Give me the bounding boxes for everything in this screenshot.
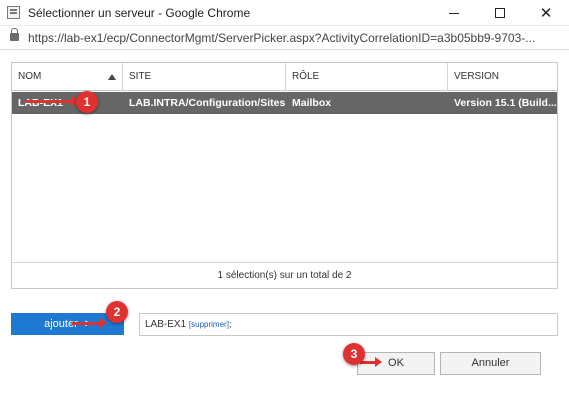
lock-icon bbox=[10, 28, 19, 41]
window-title: Sélectionner un serveur - Google Chrome bbox=[28, 6, 251, 20]
column-header-label: RÔLE bbox=[292, 71, 320, 82]
column-header-label: NOM bbox=[18, 71, 42, 82]
selection-count: 1 sélection(s) sur un total de 2 bbox=[12, 262, 557, 288]
window-icon bbox=[7, 6, 20, 19]
cell-version: Version 15.1 (Build... bbox=[454, 97, 557, 109]
annotation-marker-1: 1 bbox=[76, 91, 98, 113]
column-header-label: VERSION bbox=[454, 71, 500, 82]
cancel-button[interactable]: Annuler bbox=[440, 352, 541, 375]
address-bar[interactable]: https://lab-ex1/ecp/ConnectorMgmt/Server… bbox=[0, 26, 569, 50]
remove-link[interactable]: [supprimer] bbox=[189, 320, 229, 329]
maximize-icon bbox=[495, 8, 505, 18]
close-button[interactable]: ✕ bbox=[523, 0, 569, 26]
maximize-button[interactable] bbox=[477, 0, 523, 26]
column-header-version[interactable]: VERSION bbox=[448, 63, 557, 91]
annotation-arrow bbox=[26, 96, 79, 106]
annotation-arrow bbox=[72, 318, 107, 328]
column-header-name[interactable]: NOM bbox=[12, 63, 123, 91]
window-titlebar: Sélectionner un serveur - Google Chrome … bbox=[0, 0, 569, 26]
cell-role: Mailbox bbox=[292, 97, 332, 109]
minimize-button[interactable] bbox=[431, 0, 477, 26]
grid-header: NOM SITE RÔLE VERSION bbox=[12, 63, 557, 91]
cell-site: LAB.INTRA/Configuration/Sites... bbox=[129, 97, 286, 109]
column-header-site[interactable]: SITE bbox=[123, 63, 286, 91]
column-header-role[interactable]: RÔLE bbox=[286, 63, 448, 91]
minimize-icon bbox=[449, 12, 459, 14]
close-icon: ✕ bbox=[539, 5, 553, 22]
annotation-marker-3: 3 bbox=[343, 343, 365, 365]
annotation-marker-2: 2 bbox=[106, 301, 128, 323]
separator: ; bbox=[228, 319, 232, 329]
url-text: https://lab-ex1/ecp/ConnectorMgmt/Server… bbox=[28, 31, 536, 45]
annotation-arrow bbox=[360, 357, 382, 367]
selected-servers-field: LAB-EX1 [supprimer]; bbox=[139, 313, 558, 336]
selected-server-name: LAB-EX1 bbox=[145, 319, 187, 330]
column-header-label: SITE bbox=[129, 71, 152, 82]
sort-ascending-icon bbox=[108, 74, 116, 80]
cell-name: LAB-EX1 bbox=[18, 97, 63, 109]
